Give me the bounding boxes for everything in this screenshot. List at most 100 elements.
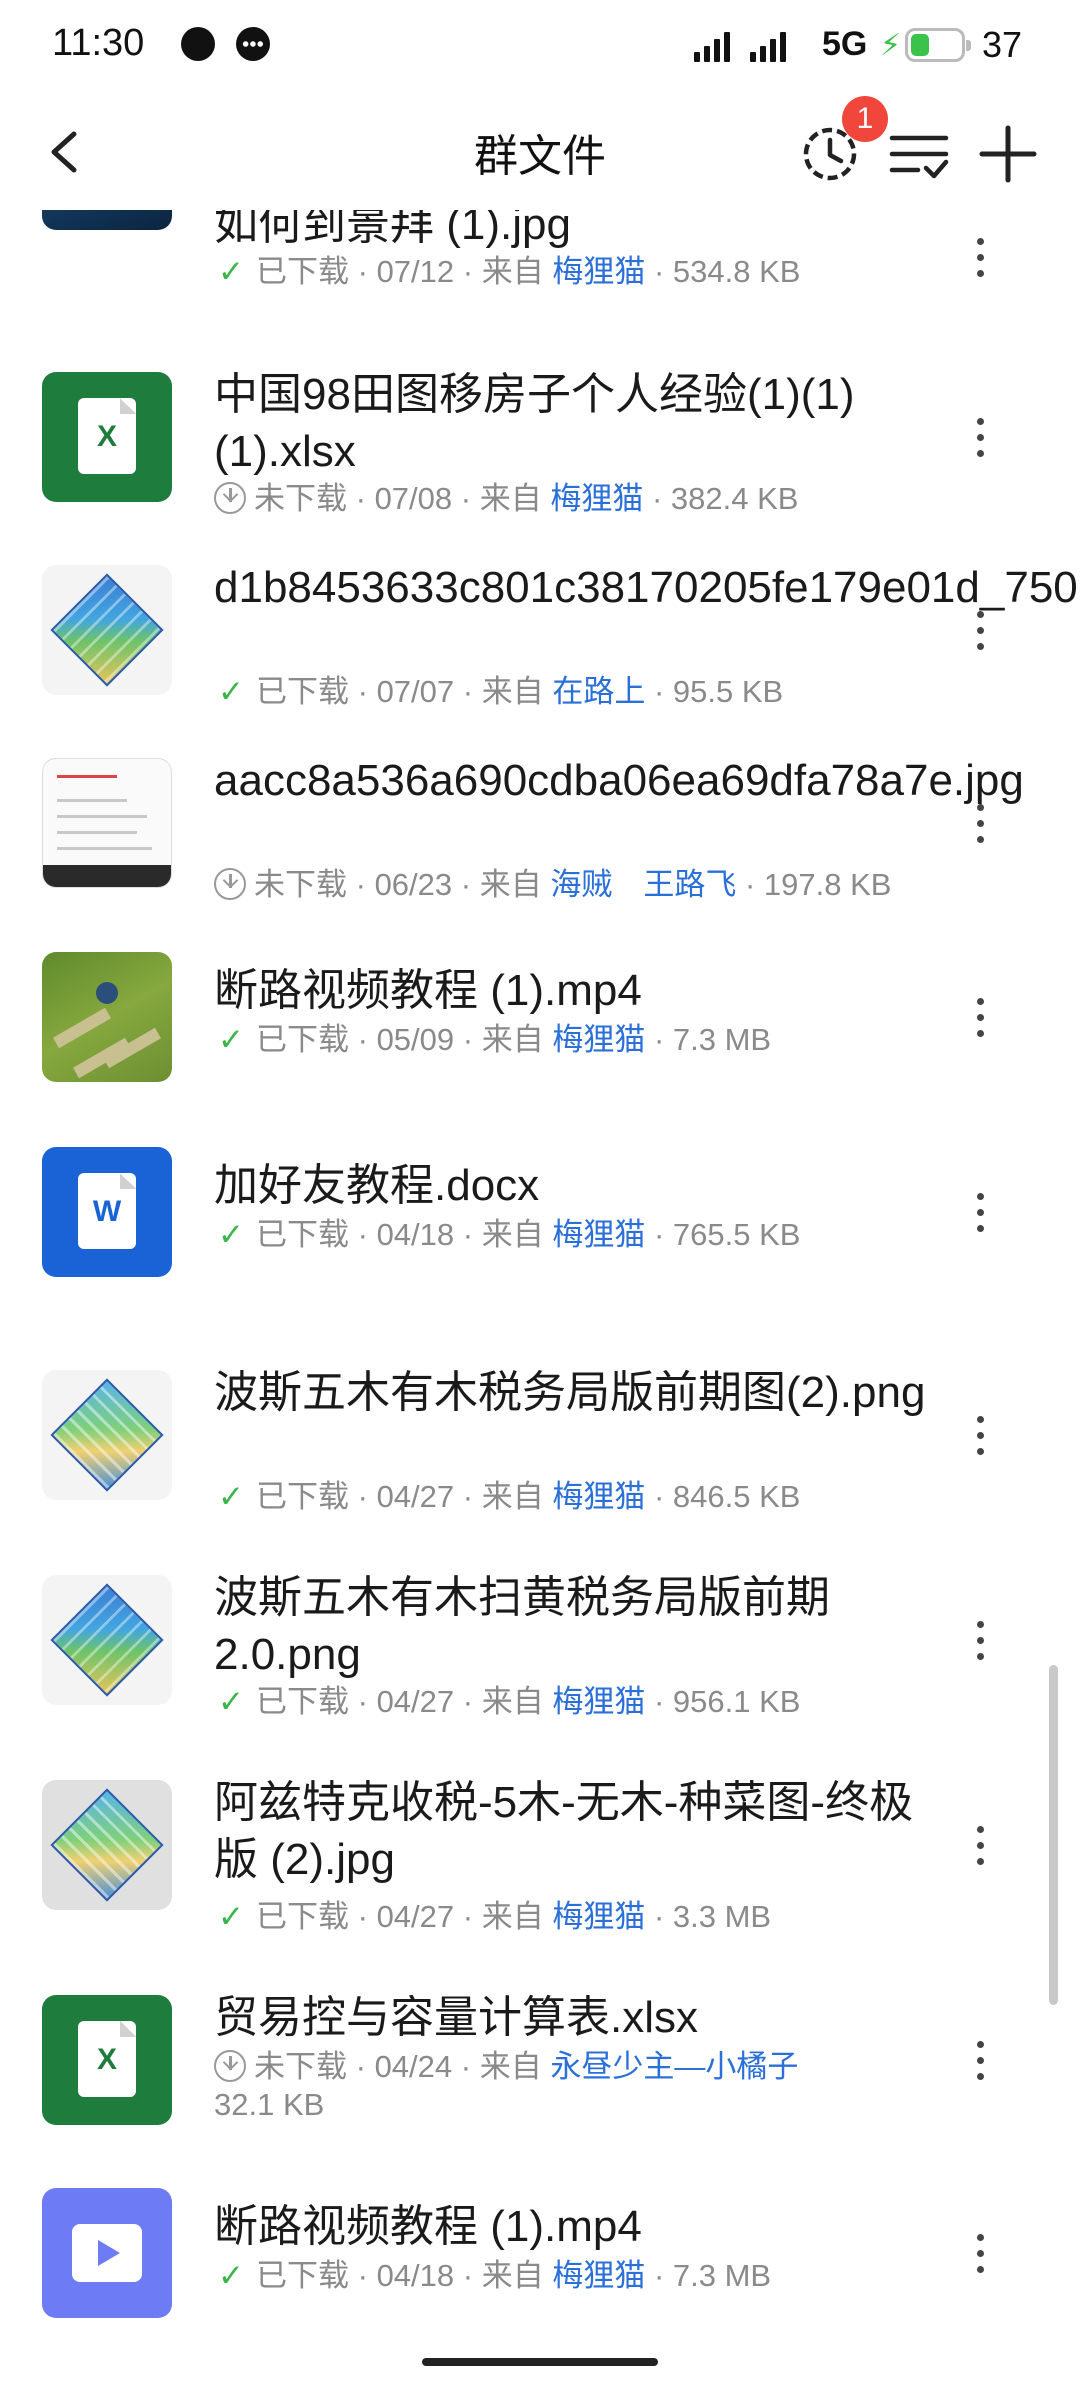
page: { "status_bar": { "time": "11:30", "netw…	[0, 0, 1080, 2400]
more-options-button[interactable]	[960, 1408, 1000, 1468]
sort-list-icon	[889, 135, 949, 179]
uploader-link[interactable]: 梅狸猫	[552, 1684, 645, 1719]
uploader-link[interactable]: 梅狸猫	[550, 481, 643, 516]
from-label: 来自	[479, 867, 542, 902]
file-size: 32.1 KB	[214, 2087, 325, 2122]
file-name: 加好友教程.docx	[214, 1161, 540, 1210]
file-status: 未下载	[254, 2049, 347, 2084]
file-date: 04/24	[374, 2049, 453, 2084]
uploader-link[interactable]: 梅狸猫	[552, 1217, 645, 1252]
file-status: 未下载	[254, 481, 347, 516]
add-button[interactable]	[968, 114, 1048, 194]
check-icon: ✓	[218, 1899, 244, 1934]
uploader-link[interactable]: 梅狸猫	[552, 1899, 645, 1934]
file-date: 06/23	[374, 867, 453, 902]
uploader-link[interactable]: 在路上	[552, 674, 645, 709]
file-meta: ✓ 已下载 · 04/27 · 来自 梅狸猫 · 846.5 KB	[214, 1477, 934, 1517]
file-status: 已下载	[256, 254, 349, 289]
more-options-button[interactable]	[960, 796, 1000, 856]
uploader-link[interactable]: 梅狸猫	[552, 1479, 645, 1514]
file-meta: ✓ 已下载 · 04/27 · 来自 梅狸猫 · 3.3 MB	[214, 1897, 934, 1937]
file-name: 波斯五木有木税务局版前期图(2).png	[214, 1368, 926, 1417]
from-label: 来自	[481, 1217, 544, 1252]
file-name: d1b8453633c801c38170205fe179e01d_750.jpg	[214, 563, 1080, 612]
file-thumbnail	[42, 952, 172, 1082]
more-options-button[interactable]	[960, 410, 1000, 470]
network-type: 5G	[822, 25, 868, 63]
from-label: 来自	[481, 2258, 544, 2293]
home-indicator[interactable]	[422, 2358, 658, 2366]
file-name: 中国98田图移房子个人经验(1)(1)(1).xlsx	[214, 370, 855, 476]
file-date: 04/27	[376, 1479, 455, 1514]
file-meta: ✓ 已下载 · 07/12 · 来自 梅狸猫 · 534.8 KB	[214, 252, 934, 292]
uploader-link[interactable]: 永昼少主—小橘子	[550, 2049, 798, 2084]
file-size: 846.5 KB	[672, 1479, 801, 1514]
sort-button[interactable]	[880, 114, 960, 194]
file-row[interactable]: 断路视频教程 (1).mp4 ✓ 已下载 · 05/09 · 来自 梅狸猫 · 7…	[0, 952, 1080, 1142]
check-icon: ✓	[218, 254, 244, 289]
file-size: 534.8 KB	[672, 254, 801, 289]
scrollbar[interactable]	[1049, 1665, 1058, 2005]
file-row[interactable]: aacc8a536a690cdba06ea69dfa78a7e.jpg 未下载 …	[0, 756, 1080, 948]
file-row[interactable]: 阿兹特克收税-5木-无木-种菜图-终极版 (2).jpg ✓ 已下载 · 04/2…	[0, 1778, 1080, 1990]
charging-icon: ⚡	[880, 29, 902, 62]
file-name: aacc8a536a690cdba06ea69dfa78a7e.jpg	[214, 756, 1024, 805]
battery-icon	[905, 28, 971, 62]
file-meta: ✓ 已下载 · 05/09 · 来自 梅狸猫 · 7.3 MB	[214, 1020, 934, 1060]
file-size: 382.4 KB	[670, 481, 799, 516]
file-status: 已下载	[256, 1217, 349, 1252]
file-list[interactable]: 如何到景拜 (1).jpg ✓ 已下载 · 07/12 · 来自 梅狸猫 · 53…	[0, 210, 1080, 2350]
file-date: 07/07	[376, 674, 455, 709]
file-row[interactable]: d1b8453633c801c38170205fe179e01d_750.jpg…	[0, 563, 1080, 755]
check-icon: ✓	[218, 2258, 244, 2293]
check-icon: ✓	[218, 674, 244, 709]
file-size: 95.5 KB	[672, 674, 784, 709]
docx-file-icon: W	[42, 1147, 172, 1277]
file-size: 3.3 MB	[672, 1899, 772, 1934]
status-bar: 11:30 5G ⚡ 37	[0, 0, 1080, 92]
file-row[interactable]: X 贸易控与容量计算表.xlsx 未下载 · 04/24 · 来自 永昼少主—小…	[0, 1993, 1080, 2185]
file-date: 04/27	[376, 1684, 455, 1719]
file-meta: ✓ 已下载 · 04/18 · 来自 梅狸猫 · 7.3 MB	[214, 2256, 934, 2296]
uploader-link[interactable]: 梅狸猫	[552, 254, 645, 289]
file-date: 04/18	[376, 2258, 455, 2293]
more-options-button[interactable]	[960, 2033, 1000, 2093]
file-row[interactable]: 断路视频教程 (1).mp4 ✓ 已下载 · 04/18 · 来自 梅狸猫 · 7…	[0, 2188, 1080, 2350]
more-options-button[interactable]	[960, 990, 1000, 1050]
more-options-button[interactable]	[960, 1818, 1000, 1878]
uploader-link[interactable]: 梅狸猫	[552, 1022, 645, 1057]
uploader-link[interactable]: 梅狸猫	[552, 2258, 645, 2293]
file-name: 阿兹特克收税-5木-无木-种菜图-终极版 (2).jpg	[214, 1778, 914, 1884]
uploader-link[interactable]: 海贼 王路飞	[550, 867, 736, 902]
file-size: 956.1 KB	[672, 1684, 801, 1719]
check-icon: ✓	[218, 1217, 244, 1252]
play-icon	[98, 2240, 120, 2266]
check-icon: ✓	[218, 1479, 244, 1514]
more-options-button[interactable]	[960, 1185, 1000, 1245]
file-name: 如何到景拜 (1).jpg	[214, 210, 571, 249]
file-row[interactable]: 如何到景拜 (1).jpg ✓ 已下载 · 07/12 · 来自 梅狸猫 · 53…	[0, 210, 1080, 340]
more-options-button[interactable]	[960, 603, 1000, 663]
more-options-button[interactable]	[960, 1613, 1000, 1673]
file-row[interactable]: 波斯五木有木税务局版前期图(2).png ✓ 已下载 · 04/27 · 来自 梅…	[0, 1368, 1080, 1570]
status-time: 11:30	[52, 22, 145, 64]
file-meta: 未下载 · 06/23 · 来自 海贼 王路飞 · 197.8 KB	[214, 865, 934, 905]
download-icon	[214, 868, 246, 900]
xlsx-file-icon: X	[42, 1995, 172, 2125]
file-thumbnail	[42, 1575, 172, 1705]
file-row[interactable]: X 中国98田图移房子个人经验(1)(1)(1).xlsx 未下载 · 07/0…	[0, 370, 1080, 562]
from-label: 来自	[481, 674, 544, 709]
file-thumbnail	[42, 1780, 172, 1910]
message-icon	[236, 27, 270, 61]
signal-icon	[694, 30, 730, 62]
header: 群文件 1	[0, 92, 1080, 210]
more-options-button[interactable]	[960, 230, 1000, 290]
from-label: 来自	[479, 481, 542, 516]
file-meta: 未下载 · 04/24 · 来自 永昼少主—小橘子	[214, 2047, 934, 2087]
file-name: 断路视频教程 (1).mp4	[214, 966, 642, 1015]
file-thumbnail	[42, 210, 172, 230]
file-row[interactable]: W 加好友教程.docx ✓ 已下载 · 04/18 · 来自 梅狸猫 · 765…	[0, 1147, 1080, 1337]
file-row[interactable]: 波斯五木有木扫黄税务局版前期2.0.png ✓ 已下载 · 04/27 · 来自 …	[0, 1573, 1080, 1775]
file-size: 7.3 MB	[672, 1022, 772, 1057]
more-options-button[interactable]	[960, 2226, 1000, 2286]
